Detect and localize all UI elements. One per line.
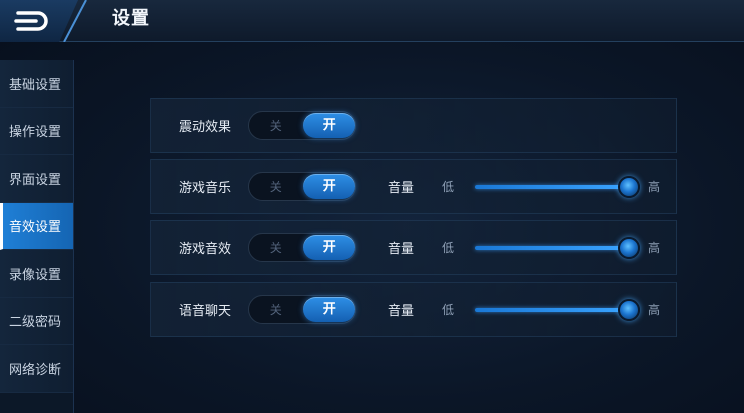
sfx-toggle[interactable]: 关 开 (248, 233, 356, 262)
sfx-volume-high-label: 高 (648, 241, 661, 255)
music-toggle-on[interactable]: 开 (303, 174, 355, 199)
vibration-row: 震动效果 关 开 (150, 98, 677, 153)
voice-chat-row: 语音聊天 关 开 音量 低 高 (150, 282, 677, 337)
sidebar-item-interface[interactable]: 界面设置 (0, 155, 73, 203)
music-volume-label: 音量 (388, 181, 415, 196)
voice-chat-label: 语音聊天 (179, 304, 232, 319)
voice-chat-volume-fill (475, 308, 629, 312)
sidebar: 基础设置 操作设置 界面设置 音效设置 录像设置 二级密码 网络诊断 (0, 60, 74, 413)
back-arrow-icon (14, 11, 48, 31)
header-divider-icon (63, 0, 87, 42)
voice-chat-volume-slider[interactable] (475, 299, 640, 321)
sfx-volume-label: 音量 (388, 242, 415, 257)
sidebar-item-secondary-password[interactable]: 二级密码 (0, 297, 73, 345)
sfx-label: 游戏音效 (179, 242, 232, 257)
music-row: 游戏音乐 关 开 音量 低 高 (150, 159, 677, 214)
sfx-toggle-on[interactable]: 开 (303, 235, 355, 260)
sfx-volume-slider[interactable] (475, 237, 640, 259)
voice-chat-volume-label: 音量 (388, 304, 415, 319)
music-volume-low-label: 低 (442, 180, 455, 194)
music-label: 游戏音乐 (179, 181, 232, 196)
music-volume-slider[interactable] (475, 176, 640, 198)
sidebar-item-network-diagnosis[interactable]: 网络诊断 (0, 345, 73, 393)
page-title: 设置 (112, 8, 150, 29)
music-toggle-off[interactable]: 关 (249, 178, 302, 195)
vibration-toggle[interactable]: 关 开 (248, 111, 356, 140)
music-toggle[interactable]: 关 开 (248, 172, 356, 201)
music-volume-thumb[interactable] (618, 176, 640, 198)
music-volume-fill (475, 185, 629, 189)
voice-chat-volume-high-label: 高 (648, 303, 661, 317)
top-bar: 设置 (0, 0, 744, 42)
sidebar-item-recording[interactable]: 录像设置 (0, 250, 73, 298)
sfx-volume-fill (475, 246, 629, 250)
sfx-row: 游戏音效 关 开 音量 低 高 (150, 220, 677, 275)
voice-chat-volume-low-label: 低 (442, 303, 455, 317)
sidebar-item-controls[interactable]: 操作设置 (0, 107, 73, 155)
sidebar-item-sound[interactable]: 音效设置 (0, 202, 73, 250)
voice-chat-toggle-off[interactable]: 关 (249, 301, 302, 318)
vibration-toggle-on[interactable]: 开 (303, 113, 355, 138)
sfx-volume-low-label: 低 (442, 241, 455, 255)
sfx-volume-thumb[interactable] (618, 237, 640, 259)
vibration-label: 震动效果 (179, 120, 232, 135)
sidebar-item-basic[interactable]: 基础设置 (0, 60, 73, 108)
voice-chat-volume-thumb[interactable] (618, 299, 640, 321)
voice-chat-toggle-on[interactable]: 开 (303, 297, 355, 322)
sfx-toggle-off[interactable]: 关 (249, 239, 302, 256)
voice-chat-toggle[interactable]: 关 开 (248, 295, 356, 324)
music-volume-high-label: 高 (648, 180, 661, 194)
vibration-toggle-off[interactable]: 关 (249, 117, 302, 134)
